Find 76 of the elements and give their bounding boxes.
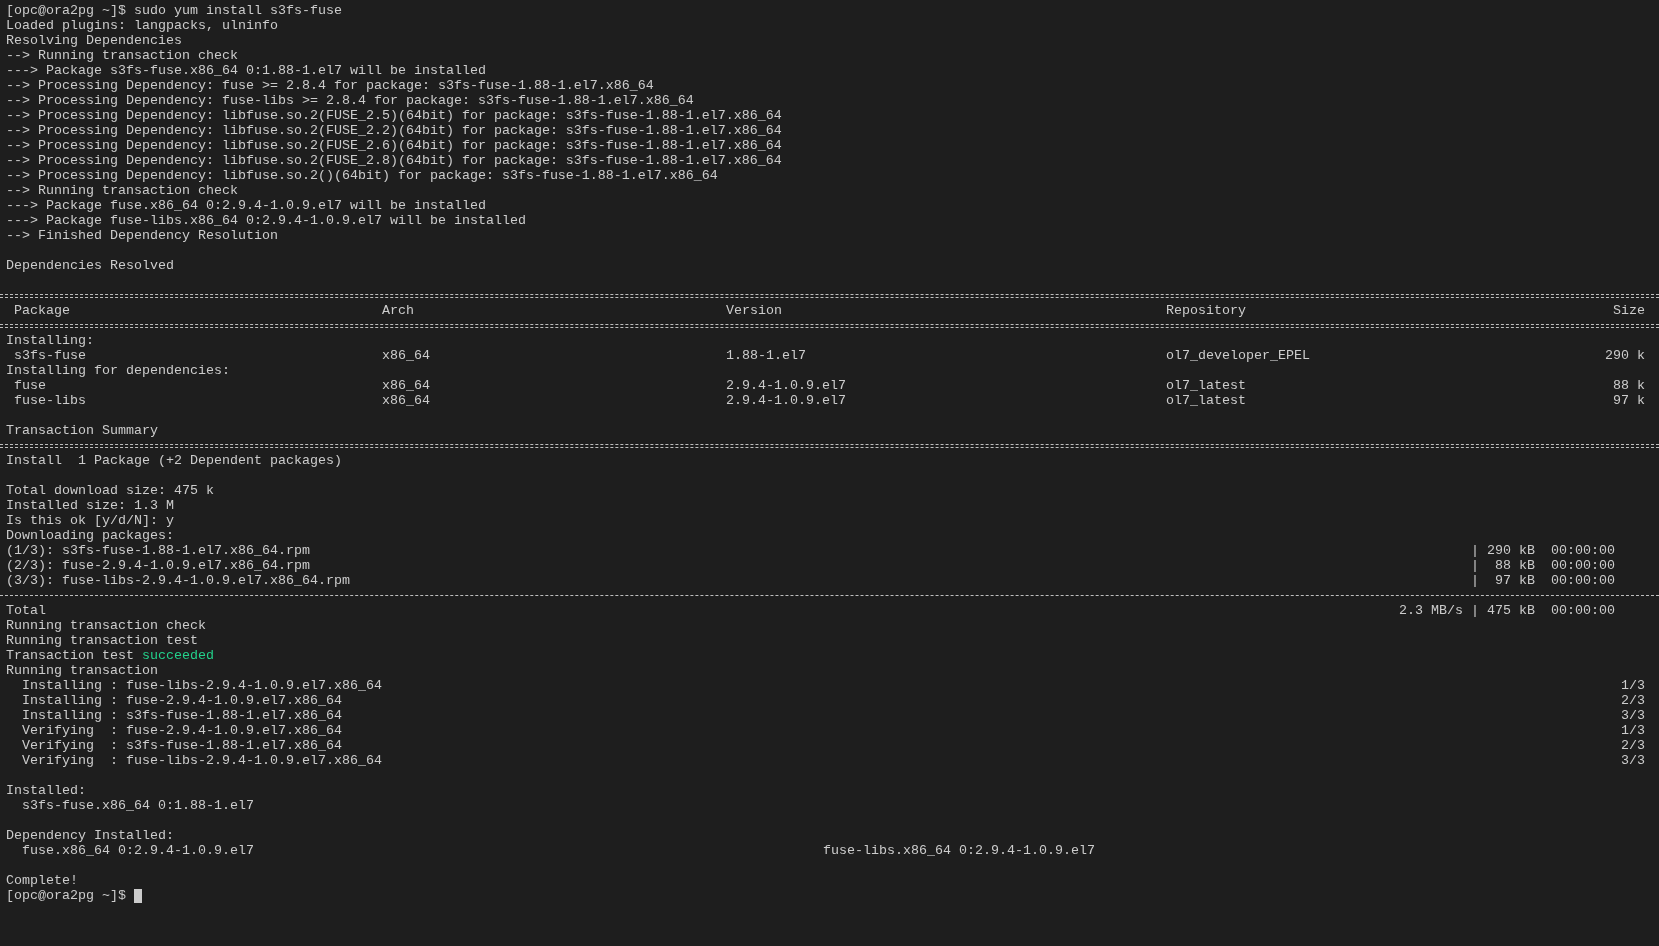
terminal-line: Installing : fuse-2.9.4-1.0.9.el7.x86_64 (21, 693, 342, 708)
download-stats: 2.3 MB/s | 475 kB 00:00:00 (1399, 603, 1615, 618)
terminal-line: Total (6, 603, 46, 618)
table-cell: 290 k (1605, 348, 1645, 363)
table-cell: 97 k (1613, 393, 1645, 408)
terminal-line: Downloading packages: (6, 528, 175, 543)
table-cell-text: x86_64 (382, 348, 431, 363)
terminal-line: Dependencies Resolved (6, 258, 175, 273)
table-cell: 88 k (1613, 378, 1645, 393)
terminal-line: --> Processing Dependency: libfuse.so.2(FUSE_2.5)(64bit) for package: s3fs-fuse-1.88-1.el7.x86_64 (6, 108, 783, 123)
terminal-line: Resolving Dependencies (6, 33, 183, 48)
terminal-line: --> Processing Dependency: libfuse.so.2(FUSE_2.8)(64bit) for package: s3fs-fuse-1.88-1.el7.x86_64 (6, 153, 783, 168)
table-cell-text: ol7_latest (1166, 393, 1247, 408)
terminal-line: Complete! (6, 873, 79, 888)
table-cell-text: 1.88-1.el7 (726, 348, 807, 363)
column-header: Size (1613, 303, 1645, 318)
table-cell-text: ol7_latest (1166, 378, 1247, 393)
terminal-line: Installing for dependencies: (6, 363, 231, 378)
table-cell-text: x86_64 (382, 393, 431, 408)
terminal-line: (1/3): s3fs-fuse-1.88-1.el7.x86_64.rpm (6, 543, 310, 558)
step-counter: 2/3 (1621, 693, 1645, 708)
shell-prompt: [opc@ora2pg ~]$ (6, 888, 127, 903)
table-cell-text: fuse-libs (13, 393, 87, 408)
table-cell-text: ol7_developer_EPEL (1166, 348, 1311, 363)
table-cell-text: 2.9.4-1.0.9.el7 (726, 378, 847, 393)
terminal-line: Running transaction check (6, 618, 207, 633)
terminal-line: (2/3): fuse-2.9.4-1.0.9.el7.x86_64.rpm (6, 558, 310, 573)
download-stats: | 97 kB 00:00:00 (1471, 573, 1615, 588)
terminal-line: Installing: (6, 333, 95, 348)
package-name: fuse.x86_64 0:2.9.4-1.0.9.el7 (21, 843, 255, 858)
step-counter: 3/3 (1621, 753, 1645, 768)
terminal-line: ---> Package fuse.x86_64 0:2.9.4-1.0.9.el7 will be installed (6, 198, 487, 213)
terminal-line: --> Running transaction check (6, 48, 239, 63)
terminal-line: Verifying : fuse-libs-2.9.4-1.0.9.el7.x86_64 (21, 753, 382, 768)
package-name: fuse-libs.x86_64 0:2.9.4-1.0.9.el7 (823, 843, 1096, 858)
terminal-line: Installing : s3fs-fuse-1.88-1.el7.x86_64 (21, 708, 342, 723)
terminal-line: s3fs-fuse.x86_64 0:1.88-1.el7 (21, 798, 255, 813)
step-counter: 3/3 (1621, 708, 1645, 723)
terminal-line: Transaction test succeeded (6, 648, 215, 663)
terminal-line: Installed: (6, 783, 87, 798)
column-header: Repository (1166, 303, 1247, 318)
terminal-line: Verifying : s3fs-fuse-1.88-1.el7.x86_64 (21, 738, 342, 753)
column-header: Arch (382, 303, 415, 318)
column-header: Package (13, 303, 71, 318)
terminal-line: Running transaction (6, 663, 159, 678)
terminal-line: Total download size: 475 k (6, 483, 215, 498)
terminal-line: Installing : fuse-libs-2.9.4-1.0.9.el7.x86_64 (21, 678, 382, 693)
step-counter: 1/3 (1621, 723, 1645, 738)
table-cell-text: fuse (13, 378, 47, 393)
terminal-line: --> Processing Dependency: libfuse.so.2(FUSE_2.2)(64bit) for package: s3fs-fuse-1.88-1.el7.x86_64 (6, 123, 783, 138)
terminal-line: ---> Package s3fs-fuse.x86_64 0:1.88-1.el7 will be installed (6, 63, 487, 78)
terminal-line: --> Processing Dependency: fuse >= 2.8.4 for package: s3fs-fuse-1.88-1.el7.x86_64 (6, 78, 655, 93)
column-header: Version (726, 303, 783, 318)
download-stats: | 88 kB 00:00:00 (1471, 558, 1615, 573)
step-counter: 2/3 (1621, 738, 1645, 753)
terminal-line: --> Processing Dependency: libfuse.so.2()(64bit) for package: s3fs-fuse-1.88-1.el7.x86_64 (6, 168, 719, 183)
terminal-line: Loaded plugins: langpacks, ulninfo (6, 18, 279, 33)
table-cell-text: 2.9.4-1.0.9.el7 (726, 393, 847, 408)
terminal-line: Install 1 Package (+2 Dependent packages) (6, 453, 343, 468)
terminal-line: Installed size: 1.3 M (6, 498, 175, 513)
table-cell-text: s3fs-fuse (13, 348, 87, 363)
terminal-line: [opc@ora2pg ~]$ sudo yum install s3fs-fuse (6, 3, 343, 18)
terminal-line: Verifying : fuse-2.9.4-1.0.9.el7.x86_64 (21, 723, 342, 738)
table-cell-text: x86_64 (382, 378, 431, 393)
terminal-line: --> Processing Dependency: fuse-libs >= 2.8.4 for package: s3fs-fuse-1.88-1.el7.x86_64 (6, 93, 695, 108)
terminal-line: (3/3): fuse-libs-2.9.4-1.0.9.el7.x86_64.rpm (6, 573, 350, 588)
terminal-line: Is this ok [y/d/N]: y (6, 513, 175, 528)
step-counter: 1/3 (1621, 678, 1645, 693)
terminal-line: --> Running transaction check (6, 183, 239, 198)
terminal-line: Dependency Installed: (6, 828, 175, 843)
terminal-line: Transaction Summary (6, 423, 159, 438)
terminal-line: Running transaction test (6, 633, 199, 648)
terminal-line: ---> Package fuse-libs.x86_64 0:2.9.4-1.0.9.el7 will be installed (6, 213, 527, 228)
terminal-line: --> Finished Dependency Resolution (6, 228, 279, 243)
terminal-line: --> Processing Dependency: libfuse.so.2(FUSE_2.6)(64bit) for package: s3fs-fuse-1.88-1.el7.x86_64 (6, 138, 783, 153)
download-stats: | 290 kB 00:00:00 (1471, 543, 1615, 558)
